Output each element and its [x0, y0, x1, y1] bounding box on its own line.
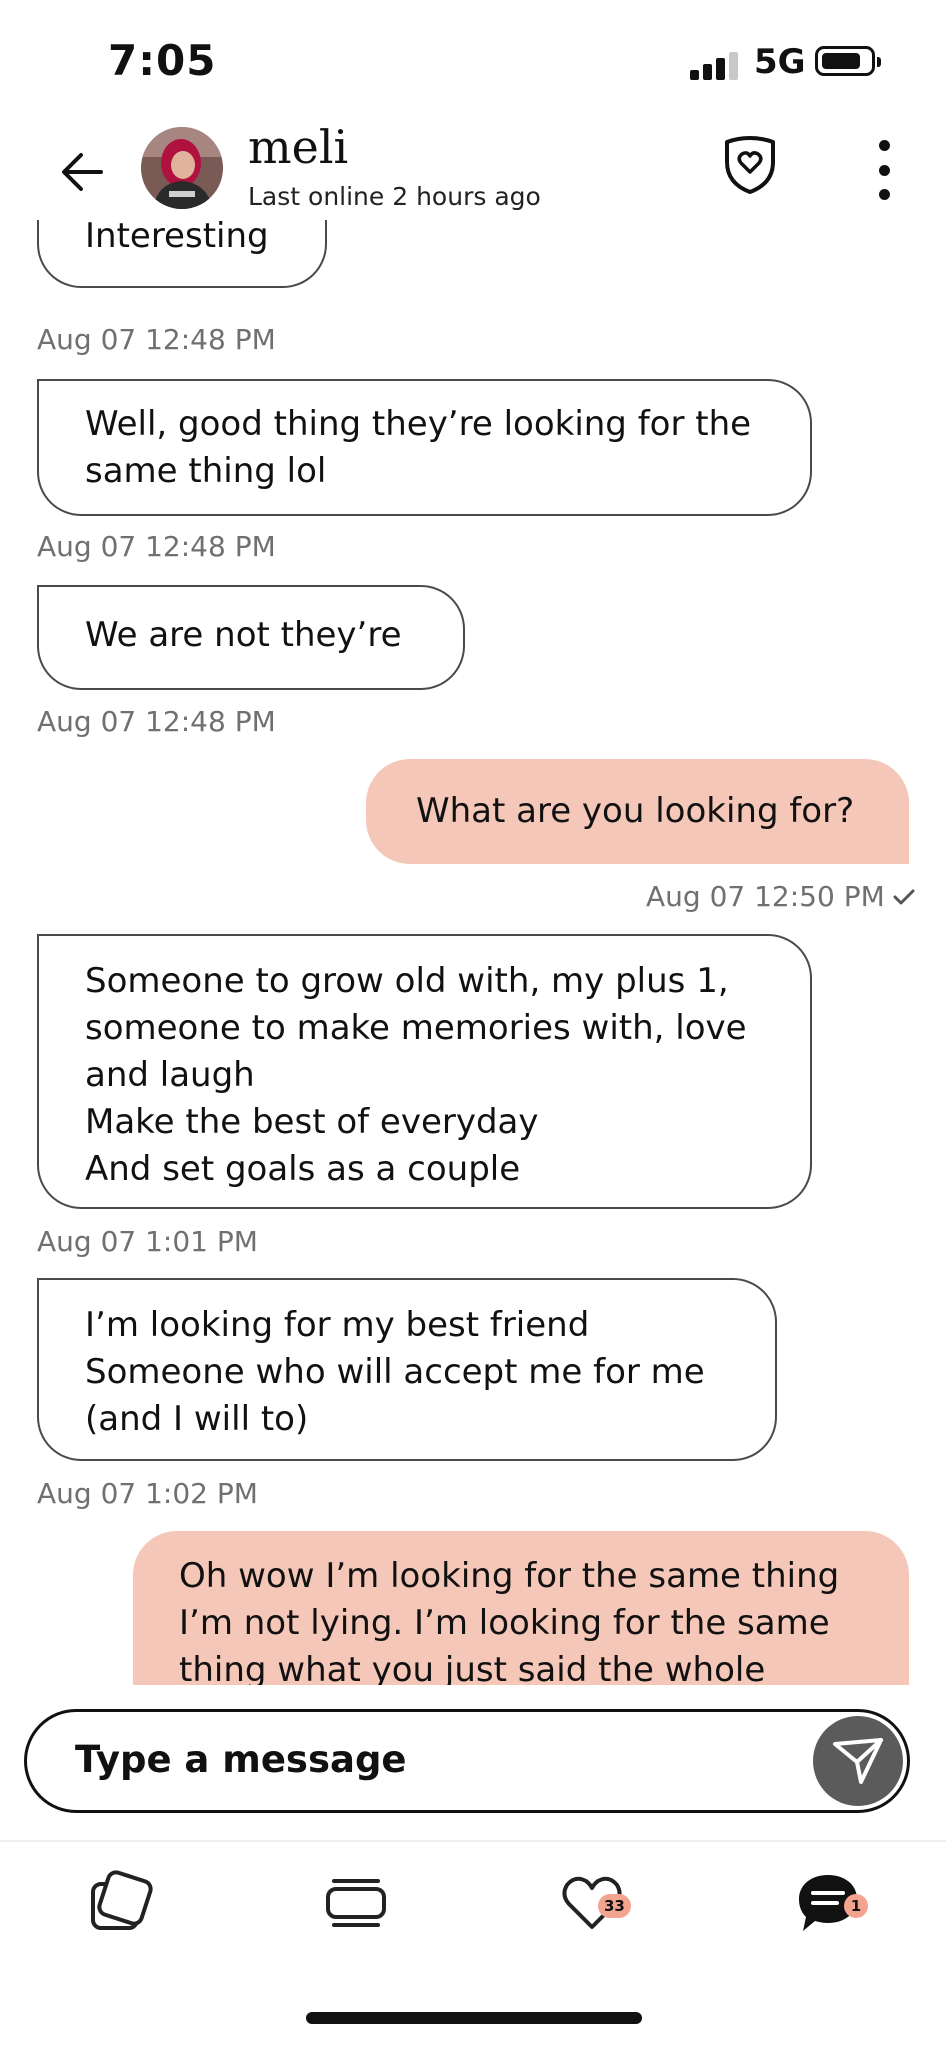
message-bubble[interactable]: Someone to grow old with, my plus 1, som…	[37, 934, 812, 1209]
battery-icon	[815, 46, 881, 76]
message-bubble[interactable]: Interesting	[37, 220, 327, 288]
message-timestamp: Aug 07 12:50 PM	[646, 880, 915, 913]
message-bubble[interactable]: I’m looking for my best friend Someone w…	[37, 1278, 777, 1461]
message-input[interactable]	[75, 1738, 775, 1781]
message-timestamp: Aug 07 12:48 PM	[37, 323, 276, 356]
tab-bar-divider	[0, 1840, 946, 1842]
contact-status: Last online 2 hours ago	[248, 182, 541, 211]
message-composer	[24, 1709, 910, 1813]
message-timestamp: Aug 07 12:48 PM	[37, 705, 276, 738]
more-vertical-icon[interactable]	[864, 140, 904, 200]
avatar[interactable]	[141, 127, 223, 209]
contact-name[interactable]: meli	[248, 120, 348, 174]
message-timestamp: Aug 07 1:02 PM	[37, 1477, 258, 1510]
cards-icon	[91, 1870, 153, 1930]
message-bubble[interactable]: We are not they’re	[37, 585, 465, 690]
message-bubble-sent[interactable]: What are you looking for?	[366, 759, 909, 864]
signal-icon	[690, 50, 740, 80]
status-time: 7:05	[108, 36, 217, 85]
send-button[interactable]	[813, 1716, 903, 1806]
tab-likes[interactable]: 33	[552, 1868, 632, 1938]
safety-button[interactable]	[722, 132, 778, 198]
tab-stack[interactable]	[316, 1868, 396, 1938]
message-timestamp: Aug 07 12:48 PM	[37, 530, 276, 563]
status-bar: 7:05 5G	[0, 0, 946, 120]
message-bubble[interactable]: Well, good thing they’re looking for the…	[37, 379, 812, 516]
tab-messages[interactable]: 1	[788, 1868, 868, 1938]
send-icon	[833, 1738, 883, 1784]
message-timestamp: Aug 07 1:01 PM	[37, 1225, 258, 1258]
back-arrow-icon	[62, 153, 103, 191]
home-indicator[interactable]	[306, 2012, 642, 2024]
messages-badge: 1	[844, 1894, 868, 1918]
back-button[interactable]	[52, 142, 112, 202]
checkmark-icon	[893, 880, 915, 913]
likes-badge: 33	[598, 1894, 631, 1918]
network-type: 5G	[754, 42, 806, 82]
tab-discover[interactable]	[78, 1868, 158, 1938]
message-bubble-sent[interactable]: Oh wow I’m looking for the same thing I’…	[133, 1531, 909, 1685]
message-list[interactable]: Interesting Aug 07 12:48 PM Well, good t…	[0, 220, 946, 1685]
chat-header: meli Last online 2 hours ago	[0, 120, 946, 220]
shield-heart-icon	[725, 136, 775, 194]
message-time: Aug 07 12:50 PM	[646, 880, 885, 913]
stack-icon	[326, 1879, 386, 1927]
